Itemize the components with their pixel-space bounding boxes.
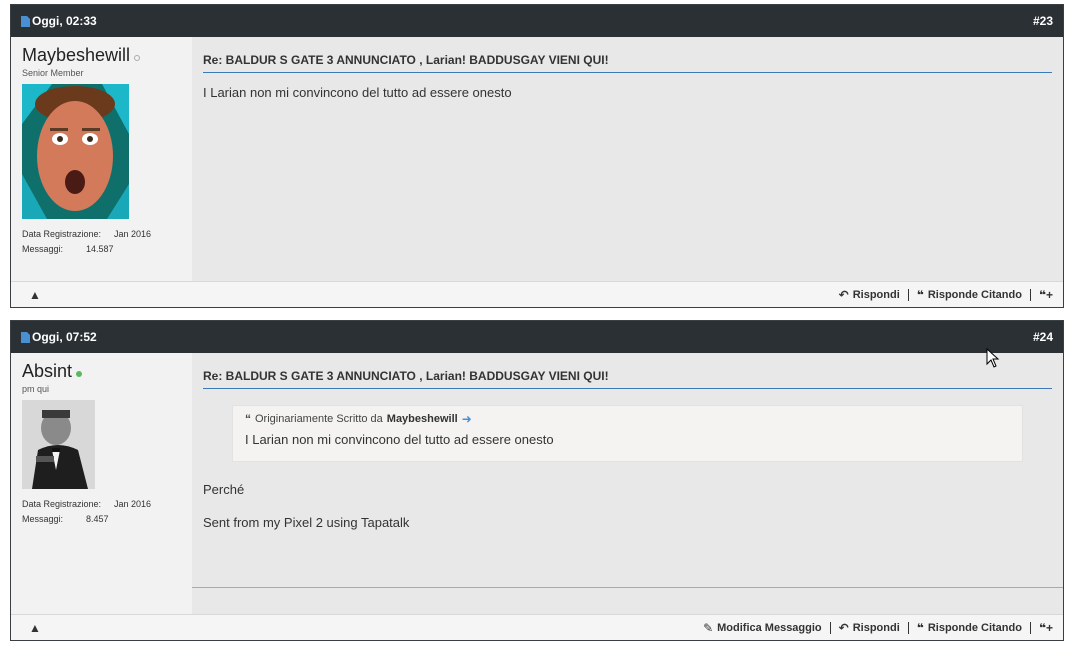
username-text[interactable]: Maybeshewill <box>22 45 130 66</box>
multi-quote-icon: ❝+ <box>1038 287 1053 302</box>
user-title: pm qui <box>22 384 50 394</box>
post-23: Oggi, 02:33 #23 Maybeshewill Senior Memb… <box>10 4 1064 308</box>
quote-header: “ Originariamente Scritto da Maybeshewil… <box>245 412 1010 426</box>
quote-reply-button[interactable]: ❝ Risponde Citando <box>909 288 1030 302</box>
online-status-icon <box>76 370 83 377</box>
multi-quote-button[interactable]: ❝+ <box>1031 288 1053 302</box>
edit-icon: ✎ <box>703 620 714 635</box>
footer-actions: ✎ Modifica Messaggio ↶ Rispondi ❝ Rispon… <box>695 621 1053 635</box>
content-divider <box>192 587 1063 588</box>
post-number-link[interactable]: #23 <box>1033 14 1053 28</box>
post-content: Re: BALDUR S GATE 3 ANNUNCIATO , Larian!… <box>192 37 1063 281</box>
quote-reply-label: Risponde Citando <box>927 288 1022 301</box>
registration-label: Data Registrazione: <box>22 499 102 509</box>
warning-icon[interactable]: ▲ <box>29 621 41 635</box>
reply-button[interactable]: ↶ Rispondi <box>831 621 908 635</box>
quote-text: I Larian non mi convincono del tutto ad … <box>245 432 554 447</box>
messages-value: 14.587 <box>86 244 114 254</box>
reply-icon: ↶ <box>838 287 849 302</box>
post-content: Re: BALDUR S GATE 3 ANNUNCIATO , Larian!… <box>192 353 1063 614</box>
footer-actions: ↶ Rispondi ❝ Risponde Citando ❝+ <box>831 288 1053 302</box>
offline-status-icon <box>134 54 141 61</box>
registration-value: Jan 2016 <box>114 229 152 239</box>
post-number-link[interactable]: #24 <box>1033 330 1053 344</box>
quote-reply-button[interactable]: ❝ Risponde Citando <box>909 621 1030 635</box>
reply-label: Rispondi <box>852 621 900 634</box>
avatar[interactable] <box>22 84 129 219</box>
quote-reply-label: Risponde Citando <box>927 621 1022 634</box>
multi-quote-icon: ❝+ <box>1038 620 1053 635</box>
post-text: I Larian non mi convincono del tutto ad … <box>203 85 512 100</box>
post-date: Oggi, 07:52 <box>21 330 97 344</box>
user-info: Maybeshewill Senior Member Data Registra… <box>11 37 192 281</box>
quote-block: “ Originariamente Scritto da Maybeshewil… <box>232 405 1023 462</box>
post-title: Re: BALDUR S GATE 3 ANNUNCIATO , Larian!… <box>203 53 1052 73</box>
avatar[interactable] <box>22 400 95 489</box>
username-text[interactable]: Absint <box>22 361 72 382</box>
reply-icon: ↶ <box>838 620 849 635</box>
warning-icon[interactable]: ▲ <box>29 288 41 302</box>
quote-reply-icon: ❝ <box>916 620 924 635</box>
edit-post-button[interactable]: ✎ Modifica Messaggio <box>695 621 830 635</box>
registration-label: Data Registrazione: <box>22 229 102 239</box>
messages-label: Messaggi: <box>22 244 64 254</box>
document-icon <box>21 15 30 27</box>
post-body: Maybeshewill Senior Member Data Registra… <box>11 37 1063 281</box>
user-stats: Data Registrazione: Jan 2016 Messaggi: 14.… <box>22 227 181 257</box>
messages-label: Messaggi: <box>22 514 64 524</box>
post-footer: ▲ ↶ Rispondi ❝ Risponde Citando ❝+ <box>11 281 1063 307</box>
post-date: Oggi, 02:33 <box>21 14 97 28</box>
post-24: Oggi, 07:52 #24 Absint pm qui Data Regis… <box>10 320 1064 641</box>
quote-prefix: Originariamente Scritto da <box>255 413 383 425</box>
post-signature-text: Sent from my Pixel 2 using Tapatalk <box>203 515 410 530</box>
post-header: Oggi, 07:52 #24 <box>11 321 1063 353</box>
edit-label: Modifica Messaggio <box>717 621 822 634</box>
post-header: Oggi, 02:33 #23 <box>11 5 1063 37</box>
multi-quote-button[interactable]: ❝+ <box>1031 621 1053 635</box>
document-icon <box>21 331 30 343</box>
view-post-arrow-icon[interactable]: ➜ <box>462 412 472 426</box>
user-title: Senior Member <box>22 68 84 78</box>
username[interactable]: Absint <box>22 361 181 382</box>
user-stats: Data Registrazione: Jan 2016 Messaggi: 8.4… <box>22 497 181 527</box>
mouse-cursor-icon <box>986 348 1000 368</box>
registration-value: Jan 2016 <box>114 499 152 509</box>
reply-button[interactable]: ↶ Rispondi <box>831 288 908 302</box>
username[interactable]: Maybeshewill <box>22 45 181 66</box>
quote-author[interactable]: Maybeshewill <box>387 413 458 425</box>
post-date-text: Oggi, 07:52 <box>32 330 97 344</box>
post-body: Absint pm qui Data Registrazione: Jan 201… <box>11 353 1063 614</box>
user-info: Absint pm qui Data Registrazione: Jan 201… <box>11 353 192 614</box>
post-date-text: Oggi, 02:33 <box>32 14 97 28</box>
messages-value: 8.457 <box>86 514 109 524</box>
quote-mark-icon: “ <box>245 412 251 426</box>
post-title: Re: BALDUR S GATE 3 ANNUNCIATO , Larian!… <box>203 369 1052 389</box>
reply-label: Rispondi <box>852 288 900 301</box>
quote-reply-icon: ❝ <box>916 287 924 302</box>
post-footer: ▲ ✎ Modifica Messaggio ↶ Rispondi ❝ Risp… <box>11 614 1063 640</box>
post-text: Perché <box>203 482 245 497</box>
